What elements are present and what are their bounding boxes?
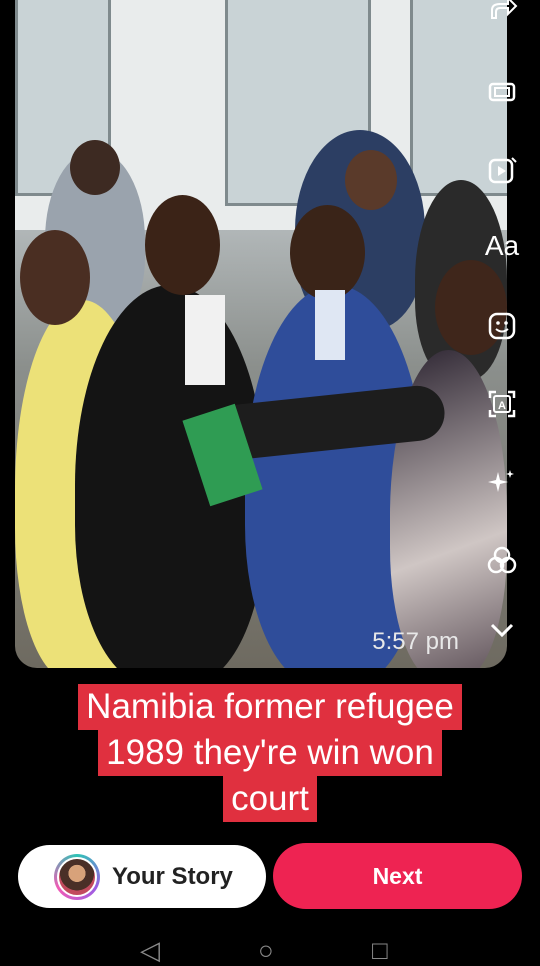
person-head bbox=[345, 150, 397, 210]
story-photo[interactable]: 5:57 pm bbox=[15, 0, 507, 668]
next-button[interactable]: Next bbox=[273, 843, 522, 909]
man-head bbox=[290, 205, 365, 300]
photo-timestamp: 5:57 pm bbox=[372, 628, 459, 655]
back-icon[interactable]: ◁ bbox=[140, 935, 160, 966]
caption-line-1: Namibia former refugee bbox=[78, 684, 462, 730]
text-icon[interactable]: Aa bbox=[482, 226, 522, 266]
person-head bbox=[70, 140, 120, 195]
caption-overlay[interactable]: Namibia former refugee 1989 they're win … bbox=[0, 684, 540, 822]
svg-text:A: A bbox=[498, 400, 506, 412]
caption-icon[interactable]: A bbox=[482, 384, 522, 424]
shirt-tie bbox=[315, 290, 345, 360]
filters-icon[interactable] bbox=[482, 540, 522, 580]
system-nav-bar: ◁ ○ □ bbox=[0, 935, 540, 965]
person-head bbox=[20, 230, 90, 325]
chevron-down-icon[interactable] bbox=[482, 610, 522, 650]
your-story-button[interactable]: Your Story bbox=[18, 845, 266, 908]
recents-icon[interactable]: □ bbox=[372, 935, 388, 966]
white-collar bbox=[185, 295, 225, 385]
format-icon[interactable] bbox=[482, 72, 522, 112]
home-icon[interactable]: ○ bbox=[258, 935, 274, 966]
share-icon[interactable] bbox=[482, 0, 522, 28]
graduate-head bbox=[145, 195, 220, 295]
effects-icon[interactable] bbox=[482, 462, 522, 502]
next-label: Next bbox=[372, 862, 423, 889]
caption-line-2: 1989 they're win won bbox=[98, 730, 442, 776]
sticker-icon[interactable] bbox=[482, 306, 522, 346]
text-icon-label: Aa bbox=[484, 230, 520, 261]
your-story-label: Your Story bbox=[112, 862, 233, 890]
avatar bbox=[54, 853, 100, 900]
caption-line-3: court bbox=[223, 776, 317, 822]
media-icon[interactable] bbox=[482, 150, 522, 190]
